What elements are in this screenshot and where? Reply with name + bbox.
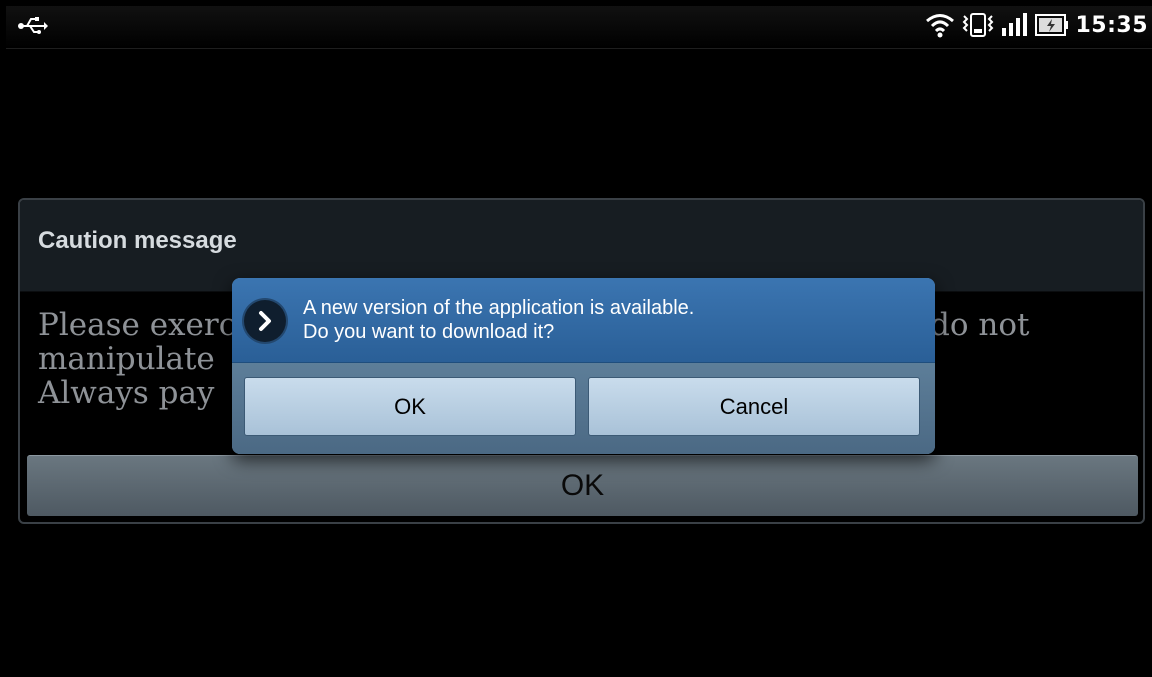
update-message-line-2: Do you want to download it? [303,321,555,343]
chevron-right-icon [244,300,286,342]
update-dialog-header: A new version of the application is avai… [232,278,935,363]
wifi-icon [925,12,955,38]
update-dialog: A new version of the application is avai… [232,278,935,454]
update-message: A new version of the application is avai… [303,296,694,344]
vibrate-icon [961,12,995,38]
update-message-line-1: A new version of the application is avai… [303,297,695,319]
status-bar: 15:35 [6,6,1152,49]
update-dialog-buttons: OK Cancel [232,363,935,454]
status-time: 15:35 [1075,12,1148,38]
cancel-button[interactable]: Cancel [588,377,920,436]
ok-button[interactable]: OK [244,377,576,436]
caution-message-right: do not [930,307,1030,343]
signal-icon [1001,12,1029,38]
battery-charging-icon [1035,13,1069,37]
usb-icon [18,15,48,37]
screen: 15:35 Caution message Please exerc manip… [6,6,1152,677]
caution-title: Caution message [38,227,237,254]
caution-ok-button[interactable]: OK [27,455,1138,516]
